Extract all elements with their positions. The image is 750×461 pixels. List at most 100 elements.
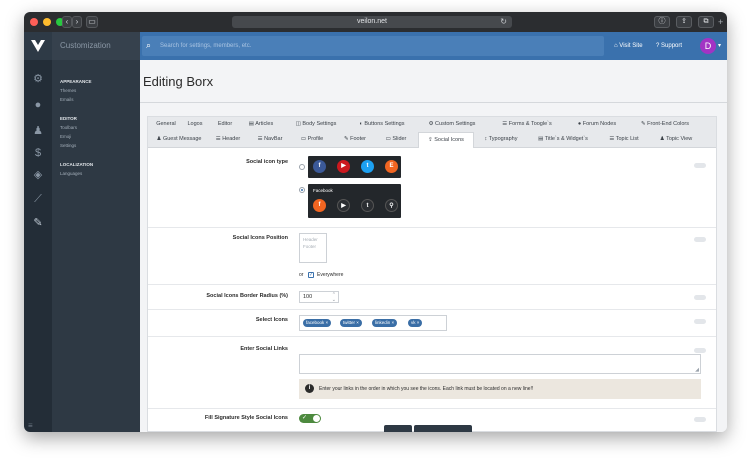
tag-twitter[interactable]: twitter × — [340, 319, 362, 327]
address-bar[interactable]: veilon.net ↻ — [232, 16, 512, 28]
support-link[interactable]: ? Support — [656, 32, 682, 60]
submenu-item-emails[interactable]: Emails — [60, 97, 74, 102]
id-card-icon: ▭ — [300, 136, 308, 142]
link-icon: ⚲ — [385, 199, 398, 212]
tag-facebook[interactable]: facebook × — [303, 319, 332, 327]
user-icon[interactable]: ♟ — [31, 124, 45, 138]
submenu-item-languages[interactable]: Languages — [60, 171, 82, 176]
option-toggle-pill[interactable] — [694, 237, 706, 242]
icon-type-radio-2[interactable] — [299, 187, 305, 193]
icon-type-preview-2[interactable]: Facebook f ▶ t ⚲ — [308, 184, 401, 218]
chat-icon[interactable]: ● — [31, 98, 45, 112]
tab-topic-view[interactable]: ♟ Topic View — [652, 132, 700, 147]
submenu-item-toolbars[interactable]: Toolbars — [60, 125, 77, 130]
chart-icon[interactable]: ⟋ — [31, 192, 45, 206]
tab-editor[interactable]: Editor — [212, 117, 238, 132]
reload-icon[interactable]: ↻ — [500, 16, 507, 28]
everywhere-checkbox[interactable]: ✓ — [308, 272, 314, 278]
select-icons-label: Select Icons — [255, 317, 288, 323]
icon-type-radio-1[interactable] — [299, 164, 305, 170]
logo[interactable] — [24, 32, 52, 60]
icon-type-preview-1[interactable]: f ▶ t E — [308, 156, 401, 178]
youtube-icon: ▶ — [337, 160, 350, 173]
everywhere-label: Everywhere — [317, 272, 344, 278]
check-icon: ✓ — [302, 415, 308, 421]
brush-icon[interactable]: ✎ — [31, 216, 45, 230]
search-placeholder: Search for settings, members, etc. — [160, 43, 252, 49]
option-toggle-pill[interactable] — [694, 163, 706, 168]
tab-front-end-colors[interactable]: ✎ Front-End Colors — [632, 117, 698, 132]
twitter-icon: t — [361, 199, 374, 212]
option-toggle-pill[interactable] — [694, 319, 706, 324]
settings-cogs-icon[interactable]: ⚙ — [31, 72, 45, 86]
close-window-button[interactable] — [30, 18, 38, 26]
tab-footer[interactable]: ✎ Footer — [336, 132, 374, 147]
window-controls — [30, 18, 64, 26]
dollar-icon[interactable]: $ — [31, 146, 45, 160]
tabs-icon[interactable]: ⧉ — [698, 16, 714, 28]
or-text: or — [299, 272, 304, 278]
tab-guest-message[interactable]: ♟ Guest Message — [152, 132, 206, 147]
submenu-item-themes[interactable]: Themes — [60, 88, 76, 93]
tab-header[interactable]: ☰ Header — [210, 132, 246, 147]
submenu: APPEARANCE Themes Emails EDITOR Toolbars… — [52, 60, 140, 432]
option-toggle-pill[interactable] — [694, 417, 706, 422]
tab-titles-widgets[interactable]: ▤ Title`s & Widget`s — [530, 132, 596, 147]
listbox-option[interactable]: Header — [303, 237, 318, 242]
icons-tag-input[interactable]: facebook × twitter × linkedin × vk × — [299, 315, 447, 331]
puzzle-icon[interactable]: ◈ — [31, 168, 45, 182]
collapse-menu-icon[interactable]: ≡ — [28, 421, 33, 430]
save-button[interactable] — [384, 425, 412, 432]
submenu-item-emoji[interactable]: Emoji — [60, 134, 71, 139]
option-toggle-pill[interactable] — [694, 348, 706, 353]
tag-vk[interactable]: vk × — [408, 319, 423, 327]
stepper-icon[interactable]: ⌃ ⌄ — [332, 293, 336, 303]
new-tab-icon[interactable]: + — [718, 16, 723, 28]
submenu-heading: APPEARANCE — [60, 79, 92, 84]
tag-linkedin[interactable]: linkedin × — [372, 319, 398, 327]
submenu-item-settings[interactable]: Settings — [60, 143, 76, 148]
social-links-textarea[interactable]: ◢ — [299, 354, 701, 374]
position-listbox[interactable]: Header Footer — [299, 233, 327, 263]
option-toggle-pill[interactable] — [694, 295, 706, 300]
save-and-exit-button[interactable] — [414, 425, 472, 432]
share-icon[interactable]: ⇪ — [676, 16, 692, 28]
admin-topbar: Customization ⌕ Search for settings, mem… — [24, 32, 727, 60]
border-radius-input[interactable]: 100 ⌃ ⌄ — [299, 291, 339, 303]
row-divider — [148, 284, 716, 285]
social-icon-type-label: Social icon type — [246, 159, 288, 165]
tab-navbar[interactable]: ☰ NavBar — [252, 132, 288, 147]
row-divider — [148, 336, 716, 337]
submenu-heading: LOCALIZATION — [60, 162, 94, 167]
chevron-down-icon[interactable]: ▾ — [718, 32, 721, 60]
tab-logos[interactable]: Logos — [182, 117, 208, 132]
tab-custom-settings[interactable]: ⚙ Custom Settings — [420, 117, 484, 132]
tab-slider[interactable]: ▭ Slider — [378, 132, 414, 147]
back-icon[interactable]: ‹ — [62, 16, 72, 28]
forward-icon[interactable]: › — [72, 16, 82, 28]
minimize-window-button[interactable] — [43, 18, 51, 26]
tab-body-settings[interactable]: ◫ Body Settings — [288, 117, 344, 132]
divider — [140, 102, 727, 103]
tab-typography[interactable]: ↕ Typography — [478, 132, 524, 147]
visit-site-link[interactable]: ⌂ Visit Site — [614, 32, 643, 60]
tab-forms-toggles[interactable]: ☰ Forms & Toogle`s — [490, 117, 564, 132]
signature-style-toggle[interactable]: ✓ — [299, 414, 321, 423]
submenu-heading: EDITOR — [60, 116, 77, 121]
browser-window: ‹ › ▭ veilon.net ↻ ⓘ ⇪ ⧉ + Customization… — [24, 12, 727, 432]
listbox-option[interactable]: Footer — [303, 244, 316, 249]
tab-topic-list[interactable]: ☰ Topic List — [602, 132, 646, 147]
tab-profile[interactable]: ▭ Profile — [294, 132, 330, 147]
info-icon[interactable]: ⓘ — [654, 16, 670, 28]
tab-forum-nodes[interactable]: ● Forum Nodes — [568, 117, 626, 132]
facebook-icon: f — [313, 160, 326, 173]
resize-handle-icon[interactable]: ◢ — [695, 367, 699, 373]
tab-buttons-settings[interactable]: ◐ Buttons Settings — [350, 117, 414, 132]
tab-articles[interactable]: ▤ Articles — [242, 117, 280, 132]
logo-icon — [31, 40, 45, 52]
avatar[interactable]: D — [700, 38, 716, 54]
search-input[interactable]: ⌕ Search for settings, members, etc. — [142, 36, 604, 56]
sidebar-toggle-icon[interactable]: ▭ — [86, 16, 98, 28]
tab-general[interactable]: General — [152, 117, 180, 132]
tab-social-icons[interactable]: ⇪ Social Icons — [418, 132, 474, 148]
